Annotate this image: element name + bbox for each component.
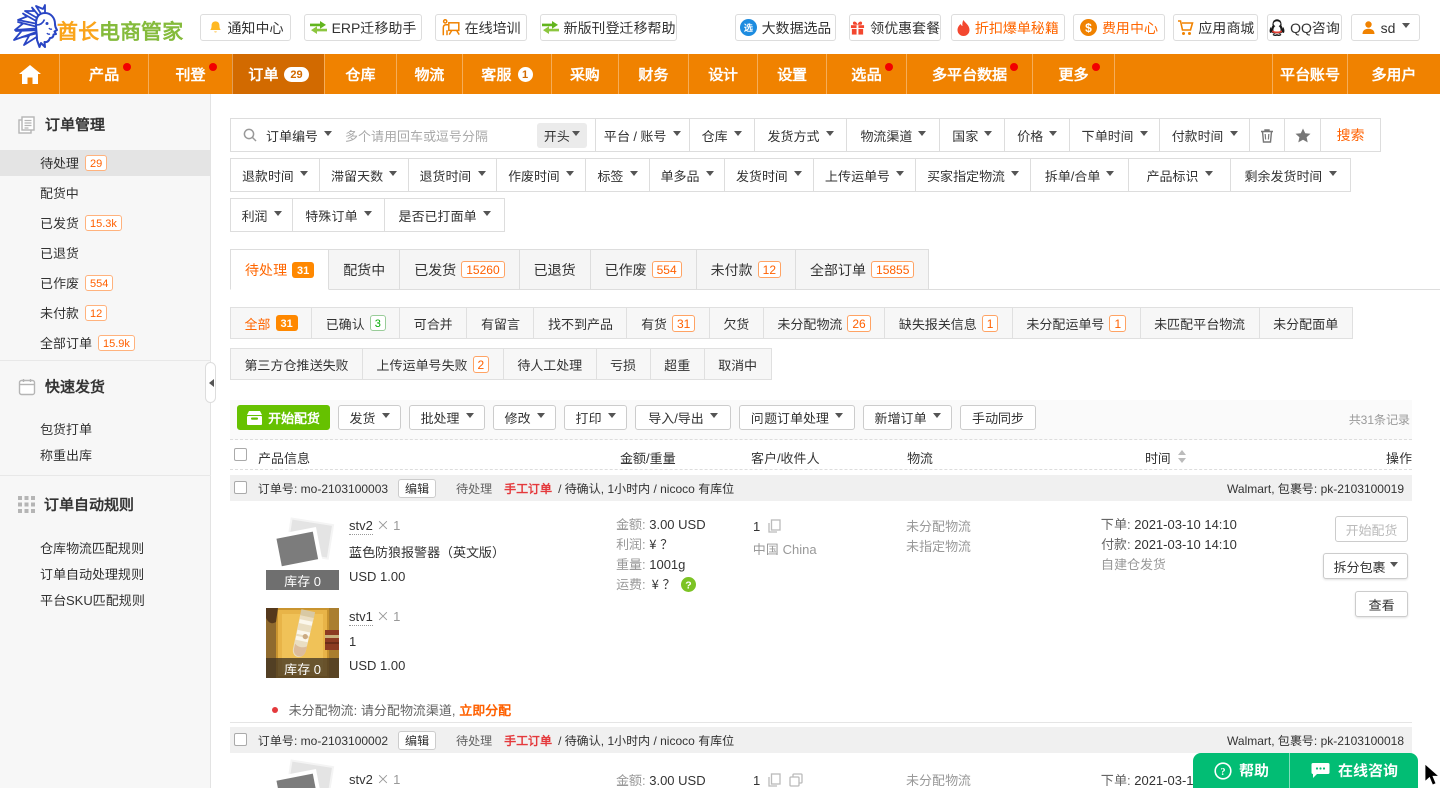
svg-text:$: $: [1085, 19, 1092, 36]
svg-text:?: ?: [1220, 767, 1225, 778]
svg-text:?: ?: [686, 577, 692, 592]
svg-text:选: 选: [742, 21, 753, 34]
